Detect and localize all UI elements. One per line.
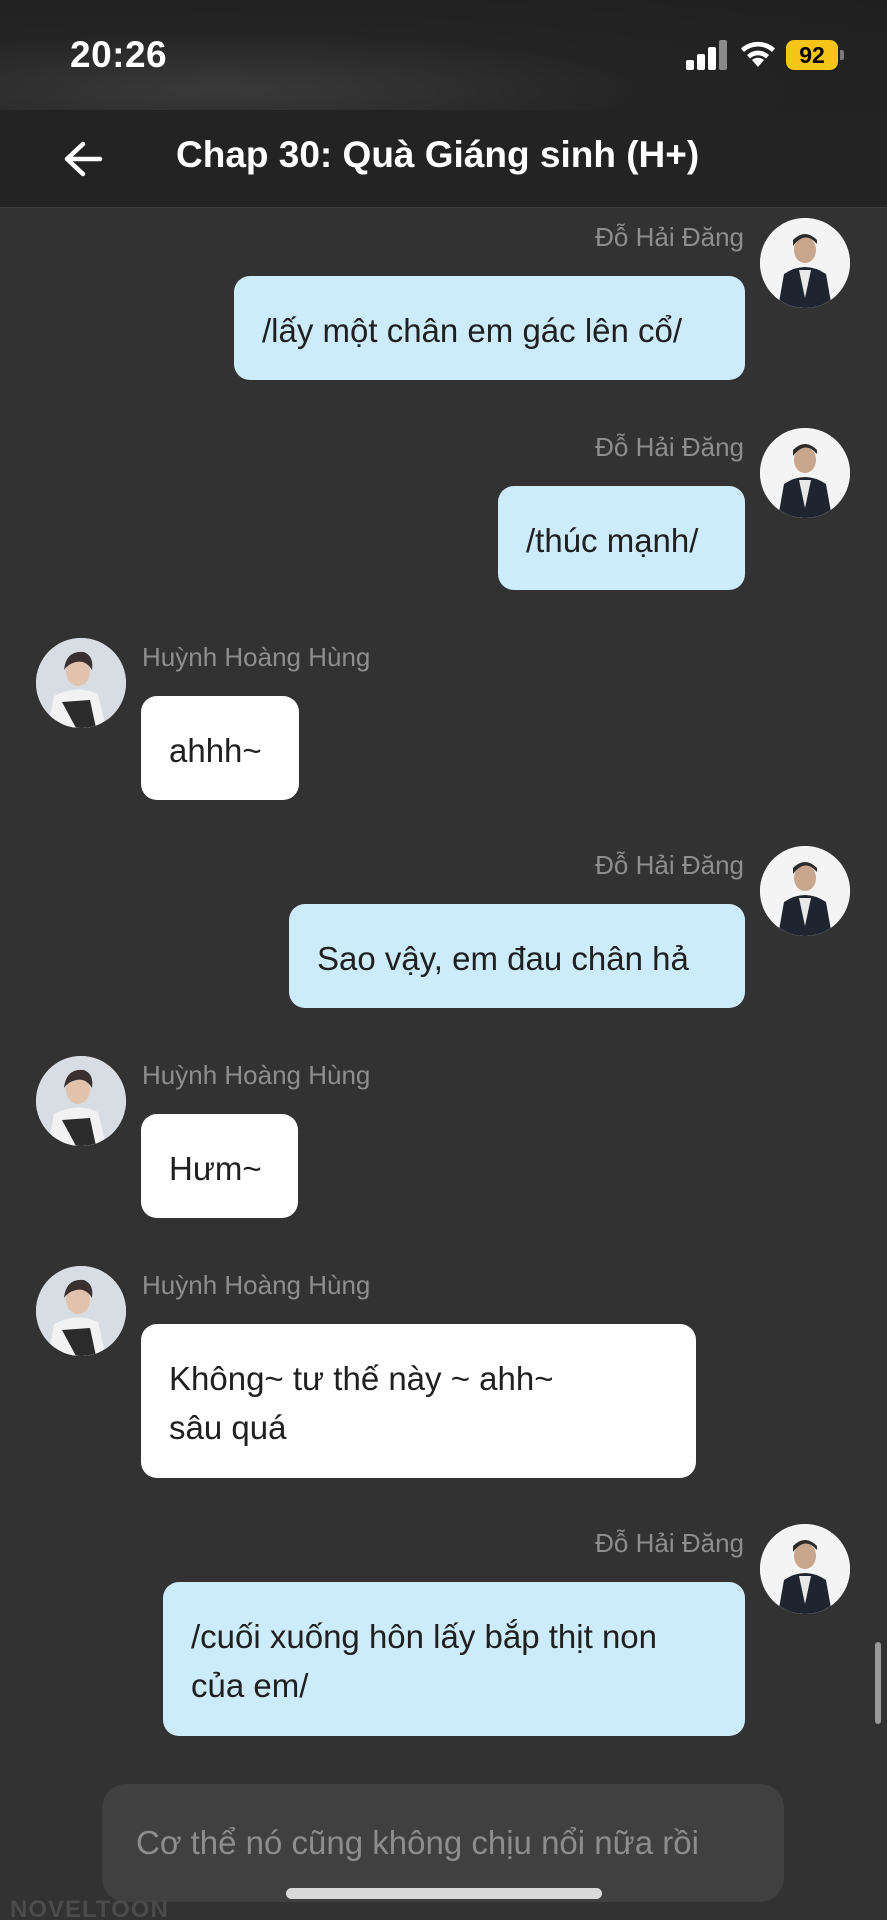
chat-message: Đỗ Hải Đăng /thúc mạnh/	[0, 428, 887, 598]
message-bubble: /lấy một chân em gác lên cổ/	[234, 276, 745, 380]
sender-name: Huỳnh Hoàng Hùng	[142, 1270, 371, 1300]
battery-icon: 92	[786, 40, 844, 70]
message-bubble: Sao vậy, em đau chân hả	[289, 904, 745, 1008]
chat-message: Đỗ Hải Đăng Sao vậy, em đau chân hả	[0, 846, 887, 1016]
message-text: ahhh~	[169, 732, 262, 769]
wifi-icon	[741, 41, 775, 67]
sender-name: Đỗ Hải Đăng	[595, 850, 744, 880]
message-text: /thúc mạnh/	[526, 522, 699, 559]
noveltoon-watermark: NOVELTOON	[10, 1896, 169, 1920]
chat-message: Huỳnh Hoàng Hùng ahhh~	[0, 638, 887, 808]
chat-message: Huỳnh Hoàng Hùng Hưm~	[0, 1056, 887, 1226]
chapter-header: Chap 30: Quà Giáng sinh (H+)	[0, 110, 887, 208]
chat-screen: 20:26 92 Chap 30: Quà Giáng sinh (H+) Đỗ…	[0, 0, 887, 1920]
sender-name: Huỳnh Hoàng Hùng	[142, 642, 371, 672]
back-arrow-icon	[64, 141, 103, 177]
message-bubble: ahhh~	[141, 696, 299, 800]
sender-name: Đỗ Hải Đăng	[595, 222, 744, 252]
battery-level: 92	[786, 40, 838, 70]
message-text: /cuối xuống hôn lấy bắp thịt non của em/	[191, 1618, 658, 1704]
avatar-image	[760, 218, 850, 308]
avatar-image	[760, 428, 850, 518]
avatar-do-hai-dang[interactable]	[760, 428, 850, 518]
avatar-huynh-hoang-hung[interactable]	[36, 1266, 126, 1356]
avatar-huynh-hoang-hung[interactable]	[36, 1056, 126, 1146]
message-text: /lấy một chân em gác lên cổ/	[262, 312, 683, 349]
avatar-do-hai-dang[interactable]	[760, 846, 850, 936]
status-time: 20:26	[70, 34, 168, 75]
chapter-title: Chap 30: Quà Giáng sinh (H+)	[176, 134, 700, 175]
message-text: Hưm~	[169, 1150, 262, 1187]
avatar-image	[760, 846, 850, 936]
input-placeholder: Cơ thể nó cũng không chịu nổi nữa rồi	[136, 1824, 699, 1861]
message-bubble: Không~ tư thế này ~ ahh~ sâu quá	[141, 1324, 696, 1478]
message-input[interactable]: Cơ thể nó cũng không chịu nổi nữa rồi	[102, 1784, 784, 1902]
avatar-do-hai-dang[interactable]	[760, 218, 850, 308]
avatar-image	[36, 638, 126, 728]
message-bubble: /cuối xuống hôn lấy bắp thịt non của em/	[163, 1582, 745, 1736]
scrollbar-thumb[interactable]	[875, 1642, 881, 1724]
message-text: Sao vậy, em đau chân hả	[317, 940, 689, 977]
avatar-image	[36, 1056, 126, 1146]
home-indicator[interactable]	[286, 1888, 602, 1899]
chat-message: Huỳnh Hoàng Hùng Không~ tư thế này ~ ahh…	[0, 1266, 887, 1486]
chat-message: Đỗ Hải Đăng /lấy một chân em gác lên cổ/	[0, 218, 887, 388]
avatar-do-hai-dang[interactable]	[760, 1524, 850, 1614]
status-bar: 20:26 92	[0, 0, 887, 110]
sender-name: Đỗ Hải Đăng	[595, 432, 744, 462]
message-text: Không~ tư thế này ~ ahh~ sâu quá	[169, 1360, 554, 1446]
avatar-huynh-hoang-hung[interactable]	[36, 638, 126, 728]
chat-message: Đỗ Hải Đăng /cuối xuống hôn lấy bắp thịt…	[0, 1524, 887, 1744]
message-bubble: Hưm~	[141, 1114, 298, 1218]
avatar-image	[36, 1266, 126, 1356]
back-button[interactable]	[56, 132, 110, 186]
avatar-image	[760, 1524, 850, 1614]
sender-name: Đỗ Hải Đăng	[595, 1528, 744, 1558]
message-bubble: /thúc mạnh/	[498, 486, 745, 590]
signal-icon	[686, 40, 728, 70]
sender-name: Huỳnh Hoàng Hùng	[142, 1060, 371, 1090]
